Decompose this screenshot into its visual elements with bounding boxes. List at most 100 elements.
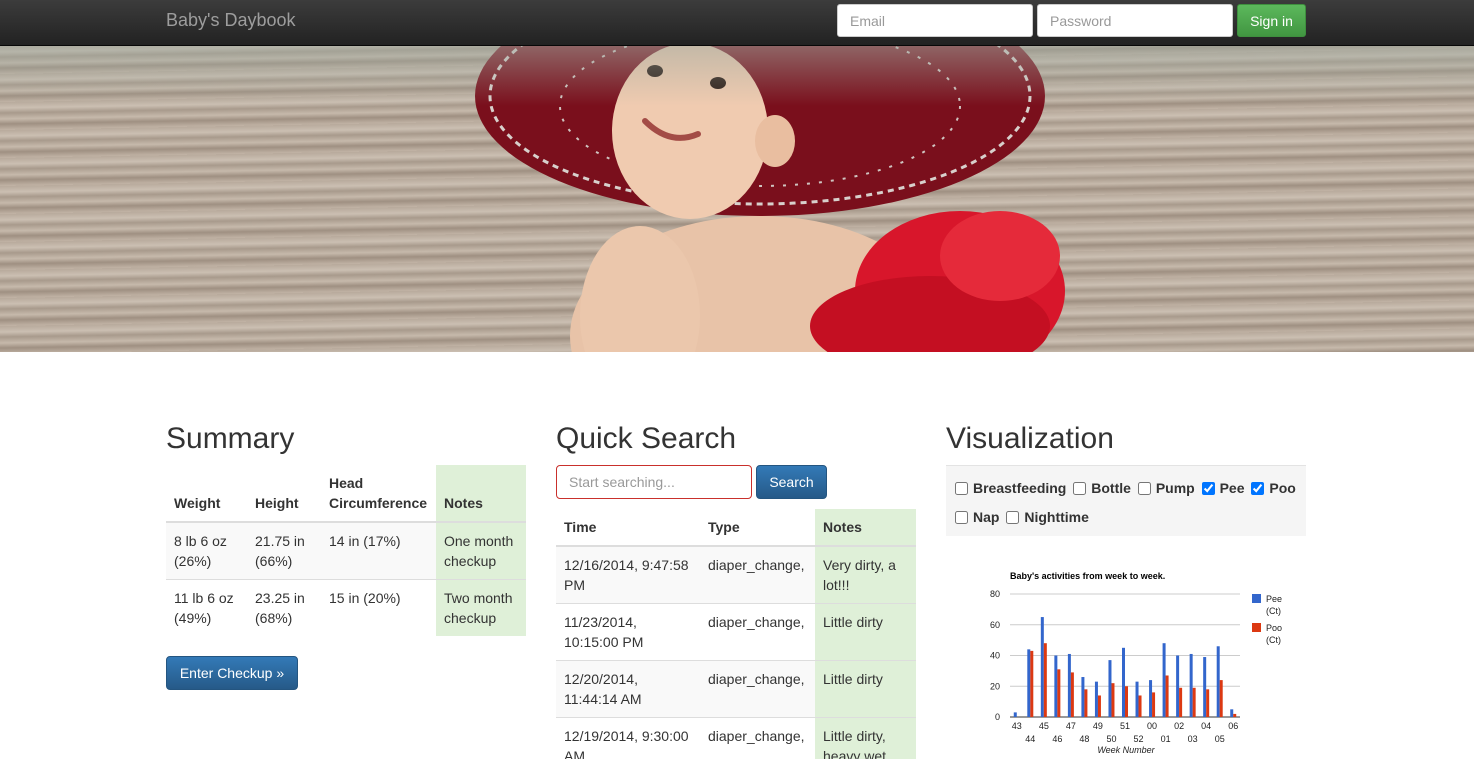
- table-cell: 12/19/2014, 9:30:00 AM: [556, 717, 700, 759]
- chart-bar-poo-ct-: [1070, 672, 1074, 717]
- enter-checkup-button[interactable]: Enter Checkup »: [166, 656, 298, 690]
- search-results-table: Time Type Notes 12/16/2014, 9:47:58 PM d…: [556, 509, 916, 759]
- table-row[interactable]: 12/19/2014, 9:30:00 AM diaper_change, Li…: [556, 717, 916, 759]
- chart-y-tick-label: 20: [990, 681, 1000, 691]
- chart-x-tick-label: 06: [1228, 721, 1238, 731]
- sign-in-button[interactable]: Sign in: [1237, 4, 1306, 37]
- column-header-weight: Weight: [166, 465, 247, 523]
- table-cell: 15 in (20%): [321, 579, 436, 636]
- activity-chart: Baby's activities from week to week. 0 20…: [990, 571, 1282, 755]
- table-row[interactable]: 12/16/2014, 9:47:58 PM diaper_change, Ve…: [556, 545, 916, 604]
- pump-checkbox[interactable]: [1137, 482, 1151, 495]
- table-cell: Little dirty, heavy wet: [815, 717, 916, 759]
- chart-bar-poo-ct-: [1206, 689, 1210, 717]
- chart-bar-poo-ct-: [1138, 695, 1142, 717]
- chart-x-tick-label: 50: [1106, 734, 1116, 744]
- breastfeeding-checkbox[interactable]: [955, 482, 968, 495]
- filter-breastfeeding[interactable]: Breastfeeding: [954, 475, 1066, 502]
- chart-x-tick-label: 01: [1161, 734, 1171, 744]
- chart-legend-label: (Ct): [1266, 635, 1281, 645]
- chart-bar-poo-ct-: [1097, 695, 1101, 717]
- filter-pump[interactable]: Pump: [1137, 475, 1195, 502]
- column-header-head-circumference: Head Circumference: [321, 465, 436, 523]
- table-row: 11 lb 6 oz (49%) 23.25 in (68%) 15 in (2…: [166, 579, 526, 636]
- table-cell: diaper_change,: [700, 545, 815, 604]
- table-cell: 12/16/2014, 9:47:58 PM: [556, 545, 700, 604]
- bottle-checkbox[interactable]: [1073, 482, 1087, 495]
- password-field[interactable]: [1037, 4, 1233, 37]
- nap-checkbox[interactable]: [955, 511, 968, 524]
- table-cell: 11/23/2014, 10:15:00 PM: [556, 603, 700, 661]
- chart-legend-label: (Ct): [1266, 606, 1281, 616]
- activity-filter-panel: Breastfeeding Bottle Pump Pee Poo Nap Ni…: [946, 465, 1306, 536]
- table-cell: 23.25 in (68%): [247, 579, 321, 636]
- table-cell: Little dirty: [815, 660, 916, 718]
- chart-x-tick-label: 44: [1025, 734, 1035, 744]
- column-header-notes: Notes: [815, 509, 916, 547]
- chart-legend-label: Pee: [1266, 594, 1282, 604]
- column-header-time: Time: [556, 509, 700, 547]
- table-cell: Little dirty: [815, 603, 916, 661]
- summary-table: Weight Height Head Circumference Notes 8…: [166, 465, 526, 636]
- table-cell: diaper_change,: [700, 603, 815, 661]
- chart-bar-poo-ct-: [1125, 686, 1128, 717]
- pee-checkbox[interactable]: [1201, 482, 1215, 495]
- chart-bar-poo-ct-: [1233, 713, 1237, 717]
- chart-bar-pee-ct-: [1135, 681, 1139, 717]
- table-cell: diaper_change,: [700, 660, 815, 718]
- quick-search-title: Quick Search: [556, 422, 737, 455]
- chart-x-tick-label: 51: [1120, 721, 1130, 731]
- chart-y-tick-label: 40: [990, 651, 1000, 661]
- filter-poo[interactable]: Poo: [1250, 475, 1296, 502]
- nighttime-checkbox[interactable]: [1006, 511, 1020, 524]
- chart-x-tick-label: 47: [1066, 721, 1076, 731]
- table-header-row: Time Type Notes: [556, 509, 916, 547]
- chart-bar-poo-ct-: [1219, 680, 1223, 717]
- chart-x-tick-label: 48: [1079, 734, 1089, 744]
- search-input[interactable]: [556, 465, 752, 499]
- table-cell: 12/20/2014, 11:44:14 AM: [556, 660, 700, 718]
- chart-bar-pee-ct-: [1027, 649, 1031, 717]
- chart-bar-poo-ct-: [1030, 650, 1034, 717]
- filter-nap[interactable]: Nap: [954, 504, 999, 531]
- table-cell: 11 lb 6 oz (49%): [166, 579, 247, 636]
- table-row[interactable]: 12/20/2014, 11:44:14 AM diaper_change, L…: [556, 660, 916, 718]
- filter-bottle[interactable]: Bottle: [1072, 475, 1131, 502]
- chart-legend-label: Poo: [1266, 623, 1282, 633]
- summary-title: Summary: [166, 422, 295, 455]
- column-header-height: Height: [247, 465, 321, 523]
- chart-bar-pee-ct-: [1176, 655, 1180, 717]
- email-field[interactable]: [837, 4, 1033, 37]
- chart-x-tick-label: 05: [1215, 734, 1225, 744]
- chart-bar-pee-ct-: [1203, 657, 1207, 717]
- poo-checkbox[interactable]: [1251, 482, 1265, 495]
- filter-nighttime[interactable]: Nighttime: [1005, 504, 1089, 531]
- chart-x-tick-label: 03: [1188, 734, 1198, 744]
- brand-title[interactable]: Baby's Daybook: [166, 10, 296, 31]
- chart-x-tick-label: 00: [1147, 721, 1157, 731]
- chart-y-tick-label: 0: [995, 712, 1000, 722]
- chart-x-tick-label: 52: [1134, 734, 1144, 744]
- chart-bar-pee-ct-: [1216, 646, 1220, 717]
- chart-title: Baby's activities from week to week.: [1010, 571, 1165, 581]
- column-header-notes: Notes: [436, 465, 526, 523]
- search-button[interactable]: Search: [756, 465, 827, 499]
- table-cell: diaper_change,: [700, 717, 815, 759]
- visualization-title: Visualization: [946, 422, 1114, 455]
- chart-bar-pee-ct-: [1122, 647, 1125, 717]
- chart-bar-pee-ct-: [1149, 680, 1153, 717]
- chart-x-axis-label: Week Number: [1097, 745, 1155, 755]
- chart-bar-pee-ct-: [1081, 677, 1085, 717]
- table-cell: Two month checkup: [436, 579, 526, 636]
- baby-photo-illustration: [475, 46, 1065, 352]
- table-row[interactable]: 11/23/2014, 10:15:00 PM diaper_change, L…: [556, 603, 916, 661]
- chart-bar-poo-ct-: [1192, 687, 1196, 717]
- table-cell: 14 in (17%): [321, 521, 436, 580]
- chart-bar-pee-ct-: [1108, 660, 1112, 717]
- column-header-type: Type: [700, 509, 815, 547]
- filter-pee[interactable]: Pee: [1201, 475, 1245, 502]
- table-cell: Very dirty, a lot!!!: [815, 545, 916, 604]
- chart-x-tick-label: 43: [1012, 721, 1022, 731]
- chart-bar-poo-ct-: [1165, 675, 1169, 717]
- chart-bar-pee-ct-: [1013, 712, 1017, 717]
